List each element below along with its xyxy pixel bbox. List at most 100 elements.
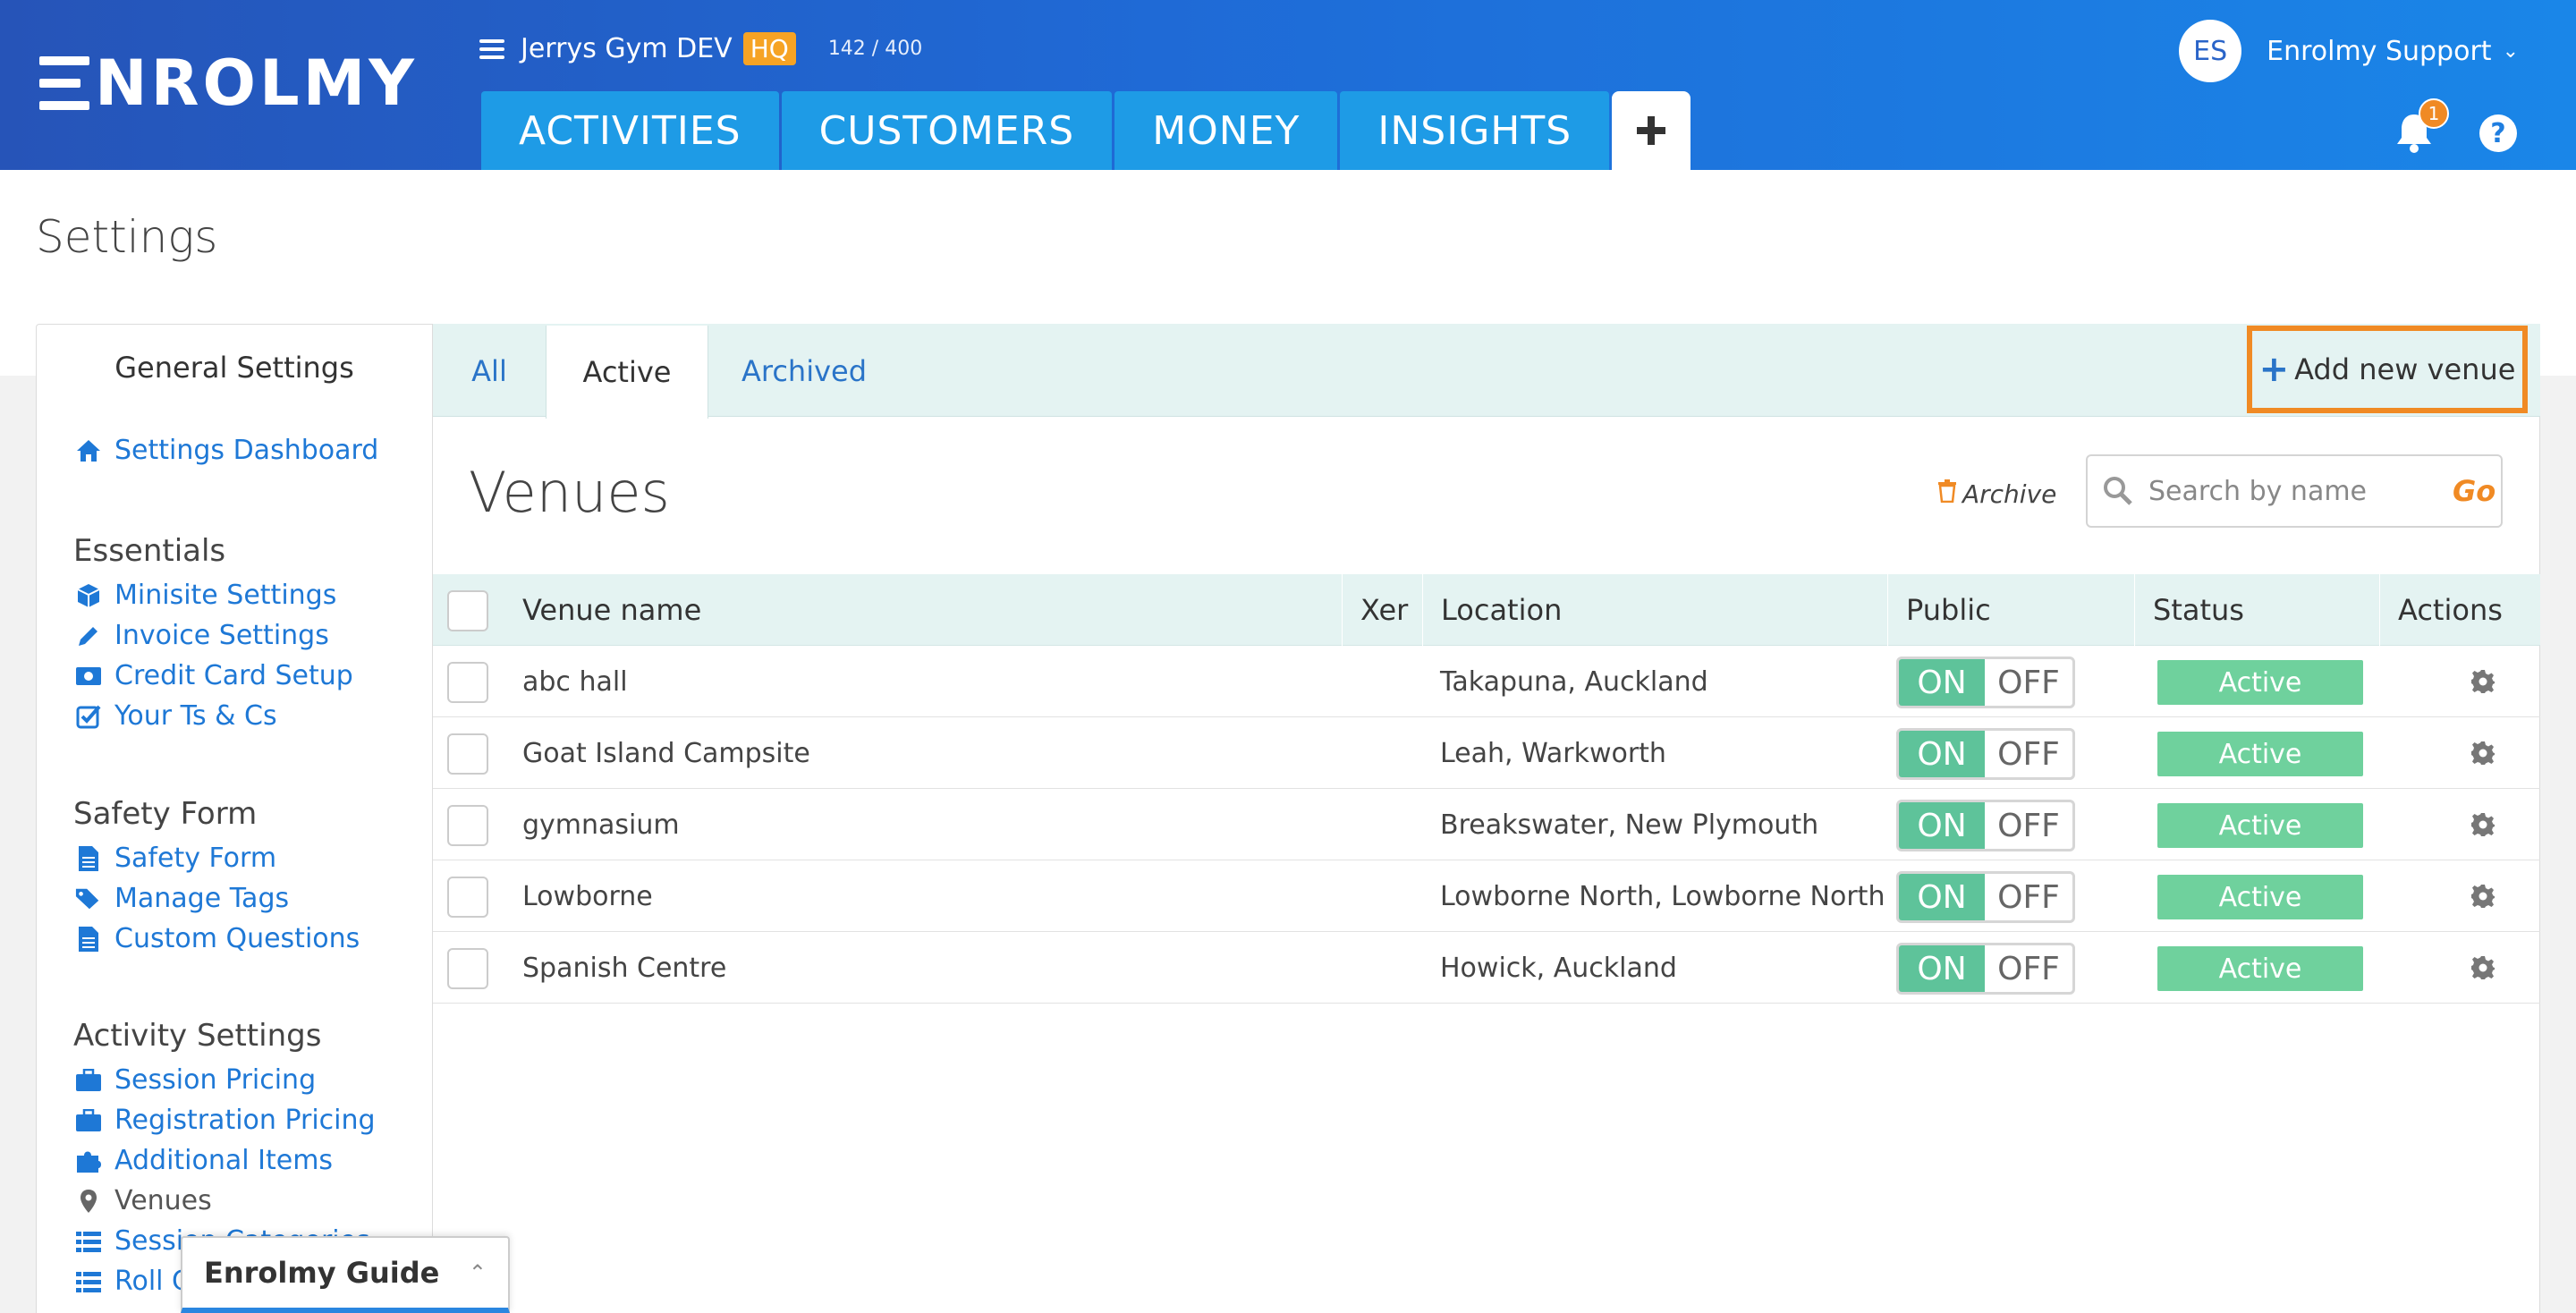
sidebar-group-essentials: Essentials (73, 533, 226, 569)
nav-insights[interactable]: INSIGHTS (1340, 91, 1610, 170)
toggle-off[interactable]: OFF (1985, 659, 2072, 706)
toggle-off[interactable]: OFF (1985, 802, 2072, 849)
sidebar-item-your-ts-cs[interactable]: Your Ts & Cs (75, 700, 277, 732)
venue-name[interactable]: abc hall (504, 646, 628, 717)
gear-icon[interactable] (2470, 669, 2496, 694)
status-badge: Active (2157, 946, 2363, 991)
sidebar-item-label: Credit Card Setup (114, 660, 353, 691)
sidebar-item-minisite-settings[interactable]: Minisite Settings (75, 580, 336, 611)
gear-icon[interactable] (2470, 741, 2496, 766)
public-toggle[interactable]: ON OFF (1896, 728, 2075, 780)
chevron-up-icon[interactable]: ⌃ (469, 1260, 487, 1285)
table-header: Venue name Xer Location Public Status Ac… (433, 574, 2540, 646)
tab-all[interactable]: All (433, 326, 546, 417)
row-checkbox[interactable] (447, 948, 488, 989)
gear-icon[interactable] (2470, 884, 2496, 909)
nav-activities[interactable]: ACTIVITIES (481, 91, 779, 170)
user-name[interactable]: Enrolmy Support (2267, 36, 2491, 67)
venue-xer (1342, 717, 1360, 789)
toggle-on[interactable]: ON (1899, 659, 1985, 706)
sidebar-item-custom-questions[interactable]: Custom Questions (75, 923, 360, 954)
venue-name[interactable]: Lowborne (504, 860, 653, 932)
row-checkbox[interactable] (447, 805, 488, 846)
row-checkbox[interactable] (447, 877, 488, 918)
pencil-icon (75, 623, 102, 649)
cube-icon (75, 582, 102, 609)
venue-xer (1342, 932, 1360, 1004)
sidebar-item-manage-tags[interactable]: Manage Tags (75, 883, 289, 914)
venue-xer (1342, 860, 1360, 932)
toggle-on[interactable]: ON (1899, 945, 1985, 992)
sidebar-item-label: Registration Pricing (114, 1105, 376, 1136)
toggle-off[interactable]: OFF (1985, 731, 2072, 777)
table-row: abc hall Takapuna, Auckland ON OFF Activ… (433, 646, 2540, 717)
sidebar-item-registration-pricing[interactable]: Registration Pricing (75, 1105, 376, 1136)
public-toggle[interactable]: ON OFF (1896, 871, 2075, 923)
plus-icon (1637, 116, 1666, 145)
avatar[interactable]: ES (2179, 20, 2242, 82)
user-menu[interactable]: ES Enrolmy Support ⌄ (2179, 20, 2519, 82)
nav-money[interactable]: MONEY (1114, 91, 1338, 170)
column-header-location[interactable]: Location (1422, 574, 1887, 646)
sidebar-item-session-pricing[interactable]: Session Pricing (75, 1064, 316, 1096)
sidebar-item-label: Venues (114, 1185, 212, 1216)
briefcase-icon (75, 1067, 102, 1094)
document-icon (75, 926, 102, 953)
venue-location: Lowborne North, Lowborne North (1440, 880, 1885, 912)
org-name[interactable]: Jerrys Gym DEV (521, 33, 733, 64)
row-checkbox[interactable] (447, 733, 488, 775)
enrolmy-logo[interactable]: NROLMY (39, 52, 418, 114)
venue-name[interactable]: Goat Island Campsite (504, 717, 810, 789)
search-go-button[interactable]: Go (2453, 474, 2496, 508)
tab-active[interactable]: Active (546, 326, 708, 419)
venue-name[interactable]: Spanish Centre (504, 932, 726, 1004)
sidebar-item-label: Your Ts & Cs (114, 700, 277, 732)
notification-badge: 1 (2419, 98, 2449, 129)
hq-badge: HQ (742, 32, 796, 65)
sidebar-item-venues[interactable]: Venues (75, 1185, 212, 1216)
sidebar-item-safety-form[interactable]: Safety Form (75, 843, 276, 874)
public-toggle[interactable]: ON OFF (1896, 656, 2075, 708)
column-header-status[interactable]: Status (2134, 574, 2379, 646)
toggle-off[interactable]: OFF (1985, 945, 2072, 992)
archive-button[interactable]: Archive (1937, 479, 2056, 509)
venue-location: Breakswater, New Plymouth (1440, 809, 1819, 841)
toggle-on[interactable]: ON (1899, 731, 1985, 777)
nav-customers[interactable]: CUSTOMERS (781, 91, 1113, 170)
search-input[interactable] (2148, 475, 2444, 507)
enrolmy-guide-widget[interactable]: Enrolmy Guide ⌃ (181, 1236, 510, 1313)
sidebar-item-label: Settings Dashboard (114, 435, 379, 466)
table-row: Spanish Centre Howick, Auckland ON OFF A… (433, 932, 2540, 1004)
main-nav: ACTIVITIES CUSTOMERS MONEY INSIGHTS (481, 91, 1693, 170)
hamburger-icon[interactable] (479, 38, 504, 59)
venue-name[interactable]: gymnasium (504, 789, 680, 860)
sidebar-item-invoice-settings[interactable]: Invoice Settings (75, 620, 329, 651)
add-new-venue-label: Add new venue (2294, 352, 2516, 386)
toggle-on[interactable]: ON (1899, 874, 1985, 920)
row-checkbox[interactable] (447, 662, 488, 703)
status-badge: Active (2157, 660, 2363, 705)
add-new-venue-button[interactable]: + Add new venue (2247, 326, 2528, 413)
gear-icon[interactable] (2470, 812, 2496, 837)
tags-icon (75, 885, 102, 912)
org-switcher[interactable]: Jerrys Gym DEV HQ 142 / 400 (479, 32, 922, 65)
public-toggle[interactable]: ON OFF (1896, 943, 2075, 995)
column-header-venue-name[interactable]: Venue name (504, 574, 880, 646)
public-toggle[interactable]: ON OFF (1896, 800, 2075, 851)
sidebar-item-settings-dashboard[interactable]: Settings Dashboard (75, 435, 378, 466)
tab-archived[interactable]: Archived (716, 326, 893, 417)
list-icon (75, 1268, 102, 1295)
nav-plus-button[interactable] (1612, 91, 1691, 170)
trash-icon (1937, 479, 1957, 509)
toggle-on[interactable]: ON (1899, 802, 1985, 849)
venues-table: Venue name Xer Location Public Status Ac… (433, 574, 2540, 1004)
search-icon (2104, 477, 2132, 505)
sidebar-item-additional-items[interactable]: Additional Items (75, 1145, 333, 1176)
chevron-down-icon[interactable]: ⌄ (2503, 40, 2519, 63)
gear-icon[interactable] (2470, 955, 2496, 980)
help-icon[interactable]: ? (2479, 114, 2517, 152)
status-badge: Active (2157, 875, 2363, 919)
toggle-off[interactable]: OFF (1985, 874, 2072, 920)
select-all-checkbox[interactable] (447, 590, 488, 631)
sidebar-item-credit-card-setup[interactable]: Credit Card Setup (75, 660, 353, 691)
